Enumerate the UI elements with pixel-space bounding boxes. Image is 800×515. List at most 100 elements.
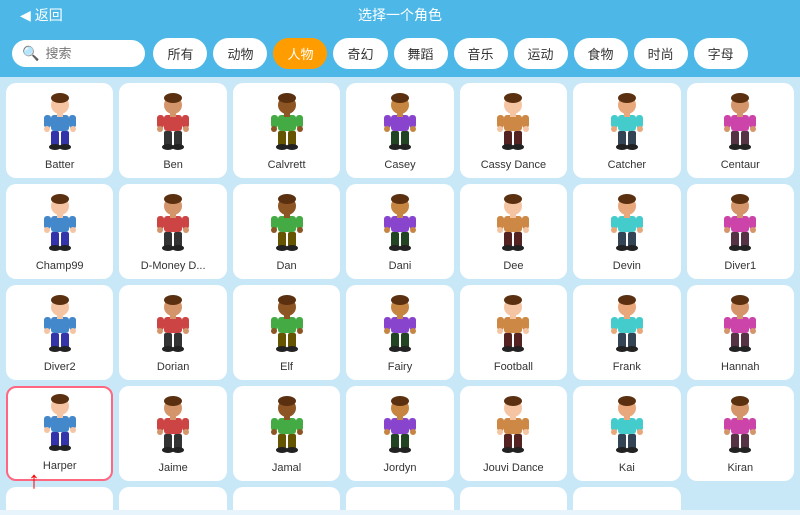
sprite-name-label: Catcher — [608, 159, 647, 172]
sprite-name-label: Diver1 — [724, 260, 756, 273]
sprite-card[interactable] — [573, 487, 680, 510]
category-btn-sports[interactable]: 运动 — [514, 38, 568, 69]
sprite-card[interactable]: Champ99 — [6, 184, 113, 279]
sprite-image — [257, 509, 317, 510]
sprite-name-label: Jouvi Dance — [483, 462, 544, 475]
sprite-image — [143, 395, 203, 460]
sprite-name-label: Jamal — [272, 462, 301, 475]
sprite-image — [710, 193, 770, 258]
sprite-image — [143, 294, 203, 359]
sprite-image — [257, 92, 317, 157]
sprite-image — [483, 193, 543, 258]
sprite-name-label: Harper — [43, 460, 77, 473]
back-button[interactable]: ◀ 返回 — [12, 1, 71, 29]
sprite-card[interactable]: Frank — [573, 285, 680, 380]
sprite-name-label: Fairy — [388, 361, 412, 374]
content-area: Batter Ben — [0, 77, 800, 510]
sprite-image — [710, 395, 770, 460]
sprite-card[interactable]: Ben — [119, 83, 226, 178]
sprite-name-label: Elf — [280, 361, 293, 374]
sprite-image — [483, 294, 543, 359]
sprite-name-label: Centaur — [721, 159, 760, 172]
sprite-card[interactable]: Jordyn — [346, 386, 453, 481]
sprite-image — [597, 193, 657, 258]
sprite-card[interactable]: Dan — [233, 184, 340, 279]
category-btn-fashion[interactable]: 时尚 — [634, 38, 688, 69]
sprite-card[interactable]: Cassy Dance — [460, 83, 567, 178]
sprite-image — [143, 92, 203, 157]
sprite-card[interactable]: Elf — [233, 285, 340, 380]
sprite-card[interactable]: Casey — [346, 83, 453, 178]
sprite-image — [597, 509, 657, 510]
sprite-image — [597, 395, 657, 460]
sprite-image — [370, 294, 430, 359]
sprite-name-label: Ben — [163, 159, 183, 172]
sprite-image — [710, 294, 770, 359]
sprite-name-label: Dee — [503, 260, 523, 273]
sprite-card[interactable]: Football — [460, 285, 567, 380]
sprite-image — [370, 509, 430, 510]
sprite-image — [710, 92, 770, 157]
sprite-name-label: Dorian — [157, 361, 189, 374]
sprite-card[interactable]: Dorian — [119, 285, 226, 380]
sprite-card[interactable]: Centaur — [687, 83, 794, 178]
sprite-image — [483, 92, 543, 157]
sprite-card[interactable]: D-Money D... — [119, 184, 226, 279]
sprite-image — [597, 92, 657, 157]
sprite-image — [30, 294, 90, 359]
sprite-card[interactable]: Diver2 — [6, 285, 113, 380]
sprite-name-label: Kai — [619, 462, 635, 475]
sprite-name-label: D-Money D... — [141, 260, 206, 273]
sprite-card[interactable]: Devin — [573, 184, 680, 279]
sprite-card[interactable]: Jaime — [119, 386, 226, 481]
category-btn-fantasy[interactable]: 奇幻 — [333, 38, 387, 69]
sprite-image — [370, 395, 430, 460]
sprite-card[interactable]: Kai — [573, 386, 680, 481]
category-btn-food[interactable]: 食物 — [574, 38, 628, 69]
search-input[interactable] — [45, 46, 135, 61]
category-btn-animals[interactable]: 动物 — [213, 38, 267, 69]
sprite-card[interactable]: Batter — [6, 83, 113, 178]
sprite-image — [30, 193, 90, 258]
categories-container: 所有动物人物奇幻舞蹈音乐运动食物时尚字母 — [153, 38, 747, 69]
sprite-card[interactable]: Dani — [346, 184, 453, 279]
sprite-name-label: Dan — [276, 260, 296, 273]
sprite-grid: Batter Ben — [6, 83, 794, 510]
sprite-name-label: Cassy Dance — [481, 159, 546, 172]
title-bar: ◀ 返回 选择一个角色 — [0, 0, 800, 30]
sprite-card[interactable]: Calvrett — [233, 83, 340, 178]
sprite-card[interactable] — [346, 487, 453, 510]
sprite-name-label: Jordyn — [383, 462, 416, 475]
sprite-name-label: Jaime — [158, 462, 187, 475]
sprite-card[interactable]: Hannah — [687, 285, 794, 380]
sprite-image — [143, 509, 203, 510]
sprite-card[interactable]: Diver1 — [687, 184, 794, 279]
sprite-image — [370, 193, 430, 258]
sprite-card[interactable]: Kiran — [687, 386, 794, 481]
sprite-card[interactable] — [233, 487, 340, 510]
search-icon: 🔍 — [22, 45, 39, 62]
category-btn-letters[interactable]: 字母 — [694, 38, 748, 69]
sprite-image — [597, 294, 657, 359]
sprite-name-label: Frank — [613, 361, 641, 374]
category-btn-all[interactable]: 所有 — [153, 38, 207, 69]
category-btn-dance[interactable]: 舞蹈 — [394, 38, 448, 69]
sprite-card[interactable]: Dee — [460, 184, 567, 279]
sprite-card[interactable] — [6, 487, 113, 510]
back-label: 返回 — [35, 5, 63, 25]
sprite-name-label: Kiran — [727, 462, 753, 475]
sprite-card[interactable] — [460, 487, 567, 510]
sprite-name-label: Dani — [389, 260, 412, 273]
back-arrow-icon: ◀ — [20, 7, 31, 24]
sprite-card[interactable]: Harper↑ — [6, 386, 113, 481]
sprite-card[interactable]: Fairy — [346, 285, 453, 380]
sprite-card[interactable]: Catcher — [573, 83, 680, 178]
category-btn-music[interactable]: 音乐 — [454, 38, 508, 69]
sprite-image — [483, 395, 543, 460]
sprite-card[interactable]: Jouvi Dance — [460, 386, 567, 481]
category-btn-people[interactable]: 人物 — [273, 38, 327, 69]
sprite-name-label: Diver2 — [44, 361, 76, 374]
sprite-card[interactable] — [119, 487, 226, 510]
sprite-card[interactable]: Jamal — [233, 386, 340, 481]
sprite-image — [257, 294, 317, 359]
